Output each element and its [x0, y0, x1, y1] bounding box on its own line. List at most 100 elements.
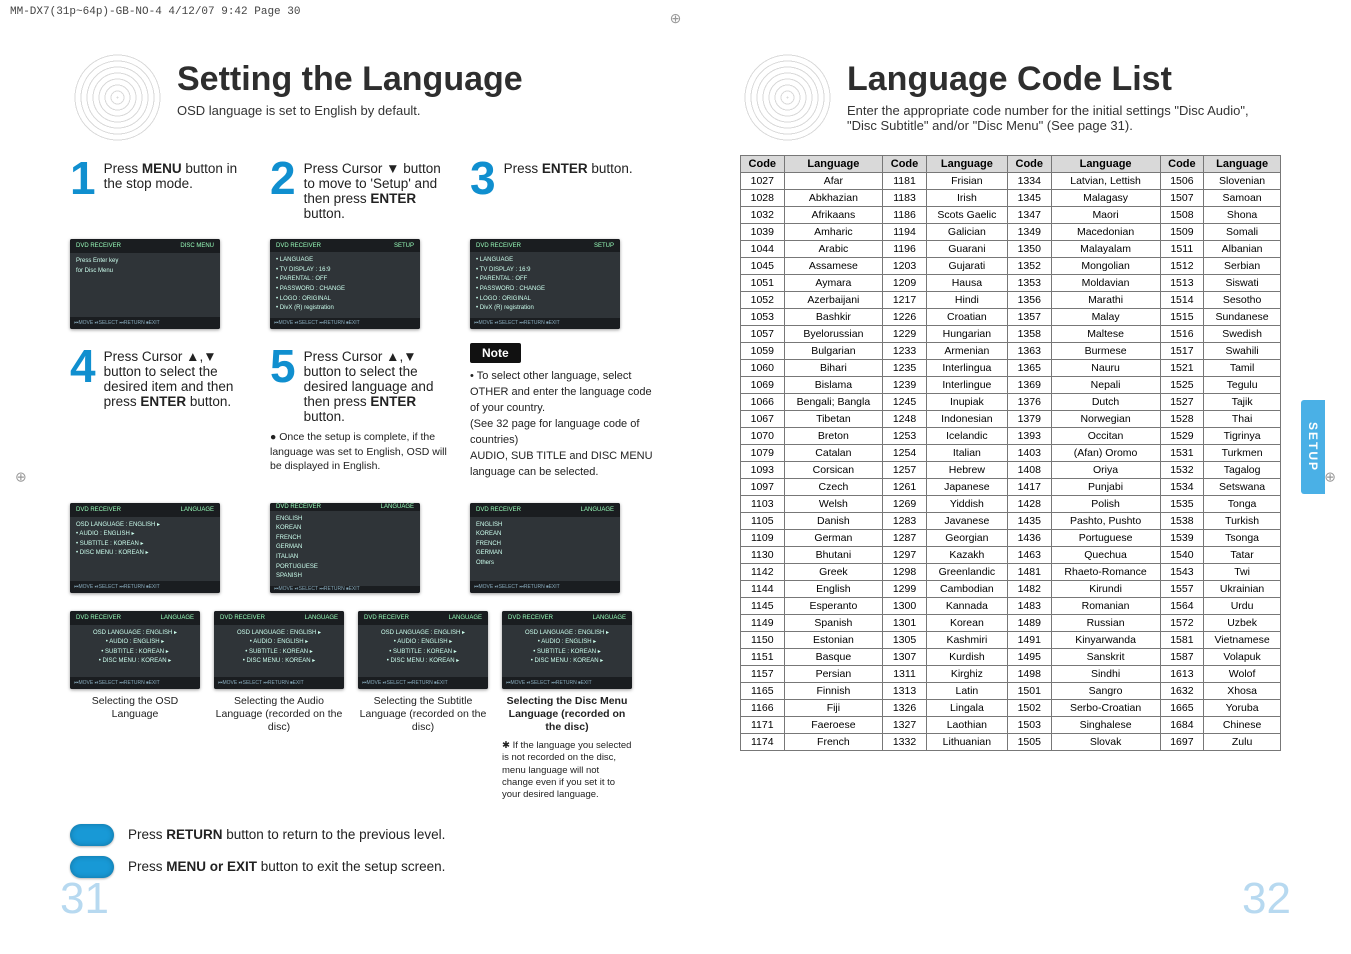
- osd-screenshot: DVD RECEIVERLANGUAGE OSD LANGUAGE : ENGL…: [70, 503, 220, 593]
- language-cell: Malagasy: [1051, 190, 1160, 207]
- code-cell: 1463: [1007, 547, 1051, 564]
- language-cell: Nauru: [1051, 360, 1160, 377]
- code-cell: 1157: [741, 666, 785, 683]
- table-header: Code: [1160, 156, 1204, 173]
- code-cell: 1171: [741, 717, 785, 734]
- code-cell: 1393: [1007, 428, 1051, 445]
- language-cell: Javanese: [926, 513, 1007, 530]
- language-cell: Kashmiri: [926, 632, 1007, 649]
- language-cell: Tajik: [1204, 394, 1281, 411]
- code-cell: 1539: [1160, 530, 1204, 547]
- language-cell: Nepali: [1051, 377, 1160, 394]
- language-cell: Norwegian: [1051, 411, 1160, 428]
- language-cell: Latvian, Lettish: [1051, 173, 1160, 190]
- language-cell: Siswati: [1204, 275, 1281, 292]
- language-cell: Hausa: [926, 275, 1007, 292]
- thumbnail-column: DVD RECEIVERLANGUAGEOSD LANGUAGE : ENGLI…: [70, 611, 200, 802]
- thumbnail-column: DVD RECEIVERLANGUAGEOSD LANGUAGE : ENGLI…: [214, 611, 344, 802]
- disclaimer-text: ✱ If the language you selected is not re…: [502, 740, 632, 802]
- page-title-right: Language Code List: [847, 60, 1281, 99]
- table-row: 1079Catalan1254Italian1403(Afan) Oromo15…: [741, 445, 1281, 462]
- code-cell: 1079: [741, 445, 785, 462]
- note-line: AUDIO, SUB TITLE and DISC MENU language …: [470, 449, 660, 481]
- code-cell: 1532: [1160, 462, 1204, 479]
- table-row: 1027Afar1181Frisian1334Latvian, Lettish1…: [741, 173, 1281, 190]
- code-cell: 1417: [1007, 479, 1051, 496]
- code-cell: 1142: [741, 564, 785, 581]
- language-cell: German: [784, 530, 883, 547]
- language-cell: Lingala: [926, 700, 1007, 717]
- code-cell: 1257: [883, 462, 927, 479]
- language-cell: Wolof: [1204, 666, 1281, 683]
- code-cell: 1254: [883, 445, 927, 462]
- code-cell: 1045: [741, 258, 785, 275]
- language-cell: Sundanese: [1204, 309, 1281, 326]
- code-cell: 1529: [1160, 428, 1204, 445]
- language-cell: Malay: [1051, 309, 1160, 326]
- code-cell: 1353: [1007, 275, 1051, 292]
- language-cell: Scots Gaelic: [926, 207, 1007, 224]
- language-cell: Serbo-Croatian: [1051, 700, 1160, 717]
- language-cell: Uzbek: [1204, 615, 1281, 632]
- code-cell: 1149: [741, 615, 785, 632]
- code-cell: 1261: [883, 479, 927, 496]
- code-cell: 1521: [1160, 360, 1204, 377]
- language-cell: Japanese: [926, 479, 1007, 496]
- code-cell: 1298: [883, 564, 927, 581]
- step-text: Press Cursor ▲,▼ button to select the de…: [304, 343, 450, 424]
- osd-screenshot: DVD RECEIVERLANGUAGEOSD LANGUAGE : ENGLI…: [70, 611, 200, 689]
- thumbnail-column: DVD RECEIVERLANGUAGEOSD LANGUAGE : ENGLI…: [502, 611, 632, 802]
- language-cell: Romanian: [1051, 598, 1160, 615]
- language-cell: Amharic: [784, 224, 883, 241]
- code-cell: 1245: [883, 394, 927, 411]
- table-row: 1149Spanish1301Korean1489Russian1572Uzbe…: [741, 615, 1281, 632]
- table-row: 1045Assamese1203Gujarati1352Mongolian151…: [741, 258, 1281, 275]
- step-number: 4: [70, 343, 96, 389]
- language-cell: Indonesian: [926, 411, 1007, 428]
- language-cell: Albanian: [1204, 241, 1281, 258]
- language-cell: Yiddish: [926, 496, 1007, 513]
- step-2: 2 Press Cursor ▼ button to move to 'Setu…: [270, 155, 450, 221]
- language-cell: Burmese: [1051, 343, 1160, 360]
- code-cell: 1506: [1160, 173, 1204, 190]
- code-cell: 1491: [1007, 632, 1051, 649]
- code-cell: 1067: [741, 411, 785, 428]
- language-cell: Slovak: [1051, 734, 1160, 751]
- language-cell: Oriya: [1051, 462, 1160, 479]
- language-cell: Chinese: [1204, 717, 1281, 734]
- crop-mark-icon: ⊕: [15, 469, 27, 486]
- code-cell: 1511: [1160, 241, 1204, 258]
- code-cell: 1326: [883, 700, 927, 717]
- code-cell: 1435: [1007, 513, 1051, 530]
- code-cell: 1632: [1160, 683, 1204, 700]
- code-cell: 1305: [883, 632, 927, 649]
- language-cell: Lithuanian: [926, 734, 1007, 751]
- code-cell: 1235: [883, 360, 927, 377]
- step-number: 2: [270, 155, 296, 201]
- language-cell: Tonga: [1204, 496, 1281, 513]
- osd-screenshot: DVD RECEIVERLANGUAGE ENGLISHKOREANFRENCH…: [470, 503, 620, 593]
- code-cell: 1535: [1160, 496, 1204, 513]
- table-row: 1066Bengali; Bangla1245Inupiak1376Dutch1…: [741, 394, 1281, 411]
- table-row: 1052Azerbaijani1217Hindi1356Marathi1514S…: [741, 292, 1281, 309]
- code-cell: 1027: [741, 173, 785, 190]
- code-cell: 1665: [1160, 700, 1204, 717]
- osd-screenshot: DVD RECEIVERLANGUAGEOSD LANGUAGE : ENGLI…: [214, 611, 344, 689]
- table-row: 1174French1332Lithuanian1505Slovak1697Zu…: [741, 734, 1281, 751]
- code-cell: 1540: [1160, 547, 1204, 564]
- language-cell: Turkmen: [1204, 445, 1281, 462]
- language-cell: Malayalam: [1051, 241, 1160, 258]
- language-cell: Mongolian: [1051, 258, 1160, 275]
- language-cell: Tegulu: [1204, 377, 1281, 394]
- code-cell: 1287: [883, 530, 927, 547]
- code-cell: 1239: [883, 377, 927, 394]
- language-cell: Tsonga: [1204, 530, 1281, 547]
- code-cell: 1525: [1160, 377, 1204, 394]
- code-cell: 1358: [1007, 326, 1051, 343]
- table-row: 1109German1287Georgian1436Portuguese1539…: [741, 530, 1281, 547]
- language-cell: Kirundi: [1051, 581, 1160, 598]
- language-cell: Icelandic: [926, 428, 1007, 445]
- code-cell: 1060: [741, 360, 785, 377]
- code-cell: 1103: [741, 496, 785, 513]
- code-cell: 1297: [883, 547, 927, 564]
